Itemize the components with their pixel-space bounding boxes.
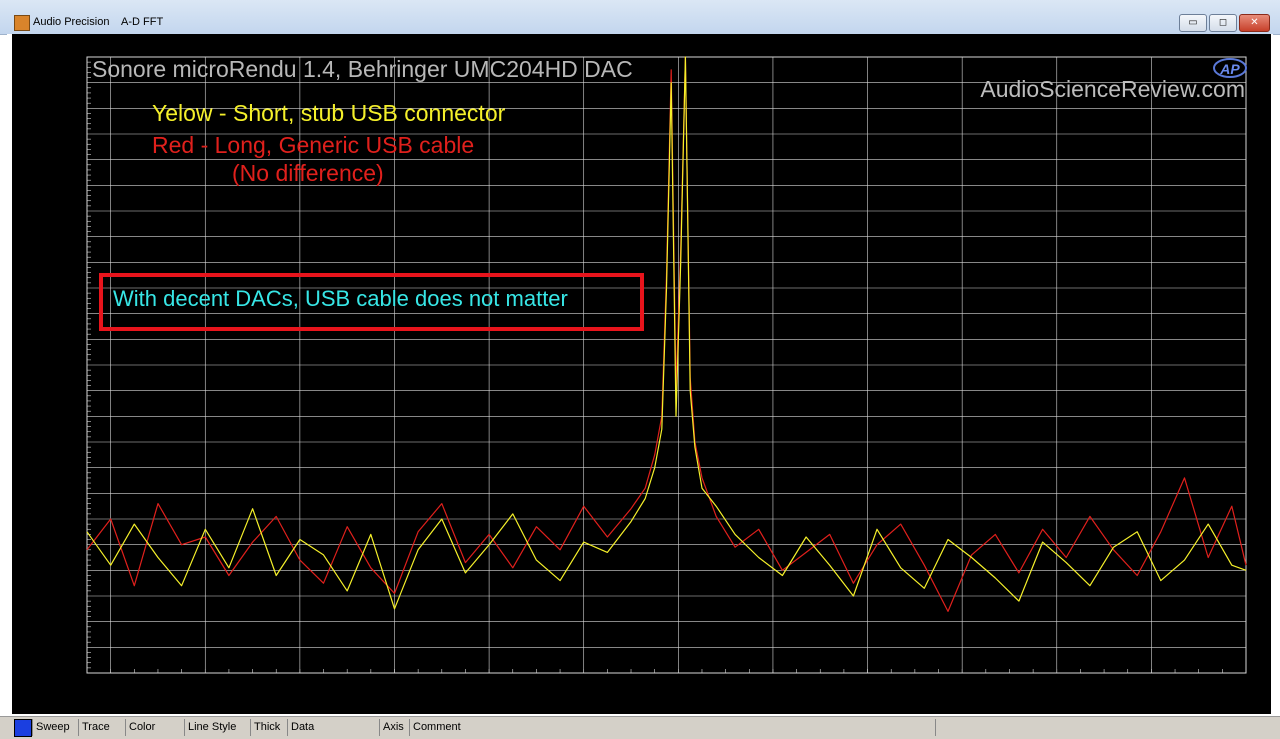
x-tick-label: 12.8k [1043, 680, 1070, 692]
y-tick-label: -120 [63, 53, 83, 64]
y-tick-label: -133 [63, 387, 83, 398]
statusbar: Sweep Trace Color Line Style Thick Data … [0, 716, 1280, 739]
watermark: AudioScienceReview.com [980, 76, 1245, 102]
y-tick-label: -124 [63, 156, 83, 167]
x-tick-label: 11k [197, 680, 214, 692]
y-tick-label: -128 [63, 258, 83, 269]
statusbar-data[interactable]: Data [287, 719, 381, 736]
y-axis-label-v: V [20, 374, 28, 386]
y-tick-label: -126 [63, 207, 83, 218]
y-tick-label: -129 [63, 284, 83, 295]
y-tick-label: -134 [63, 412, 83, 423]
y-axis-label-d: d [21, 346, 27, 358]
statusbar-thick[interactable]: Thick [250, 719, 288, 736]
y-tick-label: -140 [63, 566, 83, 577]
y-tick-label: -132 [63, 361, 83, 372]
text-layer: Sonore microRendu 1.4, Behringer UMC204H… [20, 53, 1247, 712]
y-tick-label: -143 [63, 643, 83, 654]
chart-title: Sonore microRendu 1.4, Behringer UMC204H… [92, 56, 633, 82]
statusbar-color[interactable]: Color [125, 719, 185, 736]
y-tick-label: -141 [63, 592, 83, 603]
y-tick-label: -144 [63, 669, 83, 680]
x-tick-label: 12k [669, 680, 687, 692]
statusbar-line-style[interactable]: Line Style [184, 719, 252, 736]
y-axis-label-b: B [20, 360, 27, 372]
y-tick-label: -121 [63, 79, 83, 90]
statusbar-blank [935, 719, 1275, 736]
x-tick-label: 13k [1143, 680, 1161, 692]
x-tick-label: 11.6k [476, 680, 503, 692]
x-tick-label: 11.2k [287, 680, 314, 692]
x-tick-label: 11.8k [571, 680, 598, 692]
red-legend: Red - Long, Generic USB cable [152, 132, 474, 158]
x-tick-label: 12.6k [949, 680, 976, 692]
x-tick-label: 12.4k [854, 680, 881, 692]
y-tick-label: -123 [63, 130, 83, 141]
x-tick-label: 11.4k [381, 680, 408, 692]
y-tick-label: -125 [63, 181, 83, 192]
y-tick-label: -136 [63, 464, 83, 475]
y-tick-label: -137 [63, 489, 83, 500]
y-tick-label: -122 [63, 104, 83, 115]
yellow-legend: Yelow - Short, stub USB connector [152, 100, 506, 126]
x-axis-label: Hz [658, 700, 671, 712]
statusbar-trace[interactable]: Trace [78, 719, 126, 736]
x-tick-label: 12.2k [759, 680, 786, 692]
y-tick-label: -142 [63, 618, 83, 629]
boxed-note: With decent DACs, USB cable does not mat… [113, 286, 568, 311]
y-tick-label: -138 [63, 515, 83, 526]
y-tick-label: -131 [63, 335, 83, 346]
y-tick-label: -130 [63, 310, 83, 321]
y-tick-label: -135 [63, 438, 83, 449]
x-tick-label: 13.2k [1219, 680, 1246, 692]
statusbar-axis[interactable]: Axis [379, 719, 411, 736]
y-tick-label: -127 [63, 233, 83, 244]
red-note: (No difference) [232, 160, 384, 186]
statusbar-comment[interactable]: Comment [409, 719, 937, 736]
x-tick-label: 10.8k [97, 680, 124, 692]
y-tick-label: -139 [63, 541, 83, 552]
ap-logo-text: AP [1219, 61, 1240, 77]
color-swatch-icon[interactable] [14, 719, 32, 737]
fft-chart: Sonore microRendu 1.4, Behringer UMC204H… [20, 53, 1247, 712]
